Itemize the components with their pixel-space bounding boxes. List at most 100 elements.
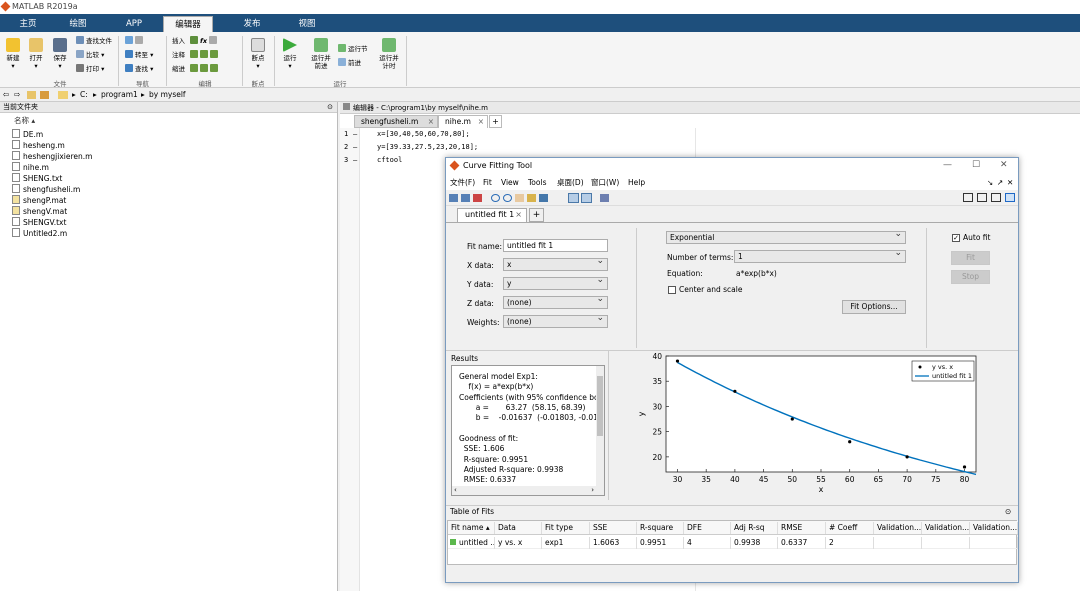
horizontal-scrollbar[interactable]: ‹ › (452, 486, 604, 495)
save-button[interactable]: 保存 ▾ (50, 38, 70, 70)
menu-desktop[interactable]: 桌面(D) (557, 178, 584, 188)
fit-tab[interactable]: untitled fit 1 × (457, 208, 527, 222)
code-line[interactable]: cftool (377, 155, 402, 166)
fit-plot[interactable]: 30 35 40 45 50 55 60 65 70 75 80 20 25 30 35 40 x y y vs. … (611, 352, 1011, 502)
tab-view[interactable]: 视图 (284, 16, 330, 32)
run-section-button[interactable]: 运行节 (338, 44, 368, 54)
list-item[interactable]: hesheng.m (12, 140, 65, 150)
panel-menu-icon[interactable]: ⊙ (327, 102, 333, 112)
dock-icon[interactable]: ↗ (997, 178, 1003, 188)
stop-button[interactable]: Stop (951, 270, 990, 284)
layout-grid-icon[interactable] (963, 193, 973, 202)
collapse-icon[interactable]: ⊙ (1005, 507, 1011, 517)
pan-icon[interactable] (515, 194, 524, 202)
axes-limits-icon[interactable] (600, 194, 609, 202)
col-header[interactable]: SSE (590, 522, 637, 534)
menu-tools[interactable]: Tools (528, 178, 546, 188)
close-panel-icon[interactable]: ✕ (1007, 178, 1013, 188)
editor-tab-active[interactable]: nihe.m × (438, 115, 488, 128)
layout-single-icon[interactable] (1005, 193, 1015, 202)
nav-back-icon[interactable]: ⇦ (3, 88, 9, 102)
run-advance-button[interactable]: 运行并 前进 (308, 38, 334, 70)
browse-icon[interactable] (40, 91, 49, 99)
comment-icons[interactable] (190, 50, 220, 60)
undock-icon[interactable]: ↘ (987, 178, 993, 188)
col-header[interactable]: # Coeff (826, 522, 874, 534)
list-item[interactable]: nihe.m (12, 162, 49, 172)
comment-button[interactable]: 注释 (172, 50, 185, 60)
path-segment[interactable]: program1 (101, 88, 138, 102)
list-item[interactable]: shengV.mat (12, 206, 67, 216)
col-header[interactable]: DFE (684, 522, 731, 534)
find-button[interactable]: 查找 ▾ (125, 64, 153, 74)
layout-rows-icon[interactable] (991, 193, 1001, 202)
table-row[interactable]: untitled ... y vs. x exp1 1.6063 0.9951 … (448, 536, 1018, 549)
layout-cols-icon[interactable] (977, 193, 987, 202)
close-icon[interactable]: × (478, 116, 484, 127)
save-icon[interactable] (461, 194, 470, 202)
tab-home[interactable]: 主页 (8, 16, 48, 32)
tab-plots[interactable]: 绘图 (58, 16, 98, 32)
column-header-name[interactable]: 名称 ▴ (14, 116, 35, 126)
menu-file[interactable]: 文件(F) (450, 178, 475, 188)
path-segment[interactable]: C: (80, 88, 88, 102)
fit-type-select[interactable]: Exponential (666, 229, 906, 244)
tab-apps[interactable]: APP (112, 16, 156, 32)
indent-icons[interactable] (190, 64, 220, 74)
menu-help[interactable]: Help (628, 178, 645, 188)
code-line[interactable]: x=[30,40,50,60,70,80]; (377, 129, 470, 140)
run-button[interactable]: 运行 ▾ (280, 38, 300, 70)
new-button[interactable]: 新建 ▾ (3, 38, 23, 70)
nav-forward-icon[interactable]: ⇨ (14, 88, 20, 102)
nav-arrows[interactable] (125, 36, 145, 46)
fit-name-input[interactable]: untitled fit 1 (503, 239, 608, 252)
list-item[interactable]: SHENG.txt (12, 173, 62, 183)
list-item[interactable]: Untitled2.m (12, 228, 67, 238)
terms-select[interactable]: 1 (734, 248, 906, 263)
find-files-button[interactable]: 查找文件 (76, 36, 112, 46)
menu-fit[interactable]: Fit (483, 178, 492, 188)
menu-view[interactable]: View (501, 178, 519, 188)
compare-button[interactable]: 比较 ▾ (76, 50, 104, 60)
open-icon[interactable] (449, 194, 458, 202)
z-data-select[interactable]: (none) (503, 294, 608, 309)
list-item[interactable]: shengfusheli.m (12, 184, 80, 194)
print-icon[interactable] (473, 194, 482, 202)
auto-fit-checkbox[interactable]: ✓ (952, 234, 960, 242)
add-fit-button[interactable]: + (529, 208, 544, 222)
insert-icons[interactable]: fx (190, 36, 219, 46)
col-header[interactable]: Validation... (874, 522, 922, 534)
open-button[interactable]: 打开 ▾ (26, 38, 46, 70)
results-box[interactable]: General model Exp1: f(x) = a*exp(b*x) Co… (451, 365, 605, 496)
grid-icon[interactable] (581, 193, 592, 203)
col-header[interactable]: Adj R-sq (731, 522, 778, 534)
menu-window[interactable]: 窗口(W) (591, 178, 619, 188)
close-icon[interactable]: ✕ (1000, 160, 1008, 170)
col-header[interactable]: Data (495, 522, 542, 534)
data-cursor-icon[interactable] (527, 194, 536, 202)
fit-options-button[interactable]: Fit Options... (842, 300, 906, 314)
close-icon[interactable]: × (428, 116, 434, 127)
col-header[interactable]: Validation... (970, 522, 1018, 534)
y-data-select[interactable]: y (503, 275, 608, 290)
list-item[interactable]: SHENGV.txt (12, 217, 66, 227)
fit-button[interactable]: Fit (951, 251, 990, 265)
run-time-button[interactable]: 运行并 计时 (376, 38, 402, 70)
list-item[interactable]: DE.m (12, 129, 43, 139)
vertical-scrollbar[interactable] (596, 366, 604, 487)
center-scale-checkbox[interactable] (668, 286, 676, 294)
col-header[interactable]: Fit type (542, 522, 590, 534)
close-icon[interactable]: × (515, 209, 522, 221)
print-button[interactable]: 打印 ▾ (76, 64, 104, 74)
zoom-in-icon[interactable] (491, 194, 500, 202)
minimize-icon[interactable]: — (943, 160, 952, 170)
tab-publish[interactable]: 发布 (230, 16, 274, 32)
code-line[interactable]: y=[39.33,27.5,23,20,18]; (377, 142, 478, 153)
add-tab-button[interactable]: + (489, 115, 502, 128)
breakpoints-button[interactable]: 断点 ▾ (248, 38, 268, 70)
insert-button[interactable]: 插入 (172, 36, 185, 46)
col-header[interactable]: R-square (637, 522, 684, 534)
indent-button[interactable]: 缩进 (172, 64, 185, 74)
zoom-out-icon[interactable] (503, 194, 512, 202)
path-segment[interactable]: by myself (149, 88, 186, 102)
